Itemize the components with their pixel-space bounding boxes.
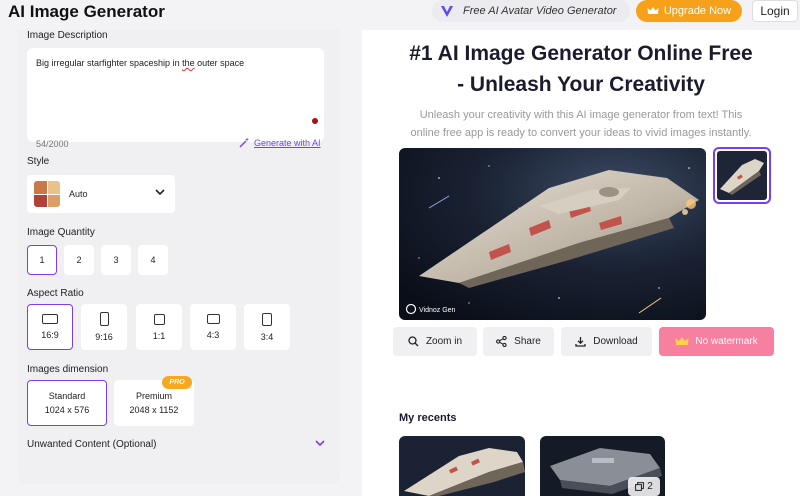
aspect-ratio-label-9-16: 9:16 [95,332,113,342]
generate-with-ai-label: Generate with AI [254,137,321,148]
quantity-option-1[interactable]: 1 [27,245,57,275]
zoom-in-label: Zoom in [425,336,463,347]
images-dimension-label: Images dimension [27,364,109,375]
image-description-label: Image Description [27,30,108,41]
vidnoz-logo-icon [441,6,453,17]
spaceship-thumbnail-image [717,151,767,200]
aspect-ratio-4-3[interactable]: 4:3 [190,304,236,350]
recent-item[interactable] [399,436,525,496]
unwanted-content-toggle[interactable]: Unwanted Content (Optional) [27,439,157,450]
aspect-ratio-label-3-4: 3:4 [260,331,274,342]
image-watermark: Vidnoz Gen [419,307,456,314]
top-header: AI Image Generator Free AI Avatar Video … [0,0,800,30]
share-label: Share [514,336,541,347]
my-recents-title: My recents [399,412,457,424]
page-subtitle: Unleash your creativity with this AI ima… [392,106,770,142]
aspect-ratio-9-16[interactable]: 9:16 [81,304,127,350]
page-title-line-1: #1 AI Image Generator Online Free [409,42,753,65]
recent-spaceship-image [399,436,525,496]
aspect-ratio-label-16-9: 16:9 [41,330,59,340]
crown-icon [675,337,689,345]
copy-icon [635,482,645,491]
image-description-value: Big irregular starfighter spaceship in t… [36,58,245,68]
dimension-standard-size: 1024 x 576 [44,405,90,415]
aspect-ratio-label-4-3: 4:3 [206,330,220,340]
avatar-video-link[interactable]: Free AI Avatar Video Generator [432,0,630,22]
download-label: Download [593,336,638,347]
chevron-down-icon [155,189,165,196]
no-watermark-button[interactable]: No watermark [659,327,774,356]
share-icon [496,336,507,347]
portrait-ratio-icon [262,312,272,326]
selected-thumbnail[interactable] [713,147,771,204]
pro-badge: PRO [162,376,192,389]
quantity-option-2[interactable]: 2 [64,245,94,275]
zoom-in-button[interactable]: Zoom in [393,327,477,356]
chevron-down-icon[interactable] [315,440,325,447]
recent-image-count-badge: 2 [628,477,660,496]
aspect-ratio-3-4[interactable]: 3:4 [244,304,290,350]
page-title: #1 AI Image Generator Online Free - Unle… [362,38,800,100]
aspect-ratio-1-1[interactable]: 1:1 [136,304,182,350]
quantity-option-3[interactable]: 3 [101,245,131,275]
search-icon [408,336,419,347]
square-ratio-icon [153,313,165,325]
quantity-option-4[interactable]: 4 [138,245,168,275]
recording-dot-icon [312,118,318,124]
image-description-input[interactable]: Big irregular starfighter spaceship in t… [27,48,324,149]
spaceship-image: Vidnoz Gen [399,148,706,320]
crown-icon [647,7,659,14]
page-title-line-2: - Unleash Your Creativity [457,73,705,96]
dimension-premium-name: Premium [135,391,172,401]
aspect-ratio-label-1-1: 1:1 [152,330,166,341]
share-button[interactable]: Share [483,327,554,356]
download-button[interactable]: Download [561,327,652,356]
dimension-standard-option[interactable]: Standard 1024 x 576 [27,380,107,426]
landscape-ratio-icon [206,314,220,324]
avatar-video-link-label: Free AI Avatar Video Generator [463,5,617,17]
dimension-standard-name: Standard [48,391,86,401]
download-icon [575,337,586,347]
portrait-ratio-icon [99,312,109,326]
image-quantity-label: Image Quantity [27,227,95,238]
aspect-ratio-label: Aspect Ratio [27,288,84,299]
style-select[interactable]: Auto [27,175,175,213]
preview-panel: #1 AI Image Generator Online Free - Unle… [362,30,800,496]
landscape-ratio-icon [42,314,58,324]
style-label: Style [27,156,50,167]
generator-form-panel: Image Description Big irregular starfigh… [18,30,340,484]
page-subtitle-line-1: Unleash your creativity with this AI ima… [419,109,743,121]
upgrade-now-label: Upgrade Now [663,5,732,17]
magic-wand-icon [239,137,249,148]
aspect-ratio-16-9[interactable]: 16:9 [27,304,73,350]
char-count: 54/2000 [36,139,69,149]
no-watermark-label: No watermark [695,336,758,347]
generated-image-preview[interactable]: Vidnoz Gen [399,148,706,320]
page-subtitle-line-2: online free app is ready to convert your… [410,127,752,139]
login-button[interactable]: Login [752,0,798,22]
style-selected-value: Auto [69,189,88,199]
upgrade-now-button[interactable]: Upgrade Now [636,0,742,22]
dimension-premium-size: 2048 x 1152 [129,405,179,415]
brand-title[interactable]: AI Image Generator [8,2,165,22]
recent-image-count: 2 [647,481,653,492]
generate-with-ai-link[interactable]: Generate with AI [239,137,321,148]
style-preview-thumbnail [34,181,60,207]
